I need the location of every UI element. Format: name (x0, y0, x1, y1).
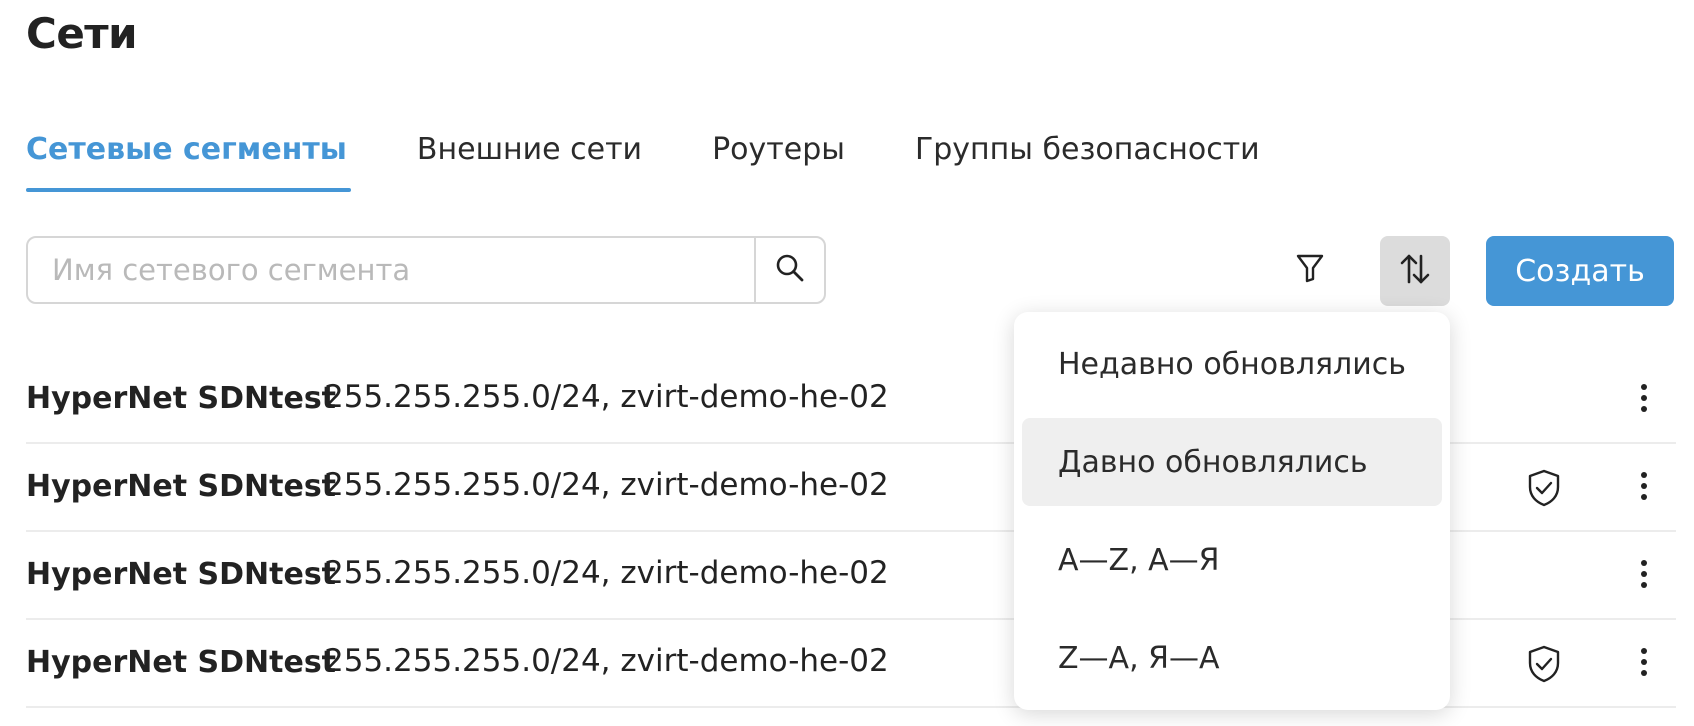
more-vertical-icon (1640, 647, 1648, 681)
search-box (26, 236, 826, 304)
tab-routers[interactable]: Роутеры (712, 128, 845, 196)
tabs: Сетевые сегменты Внешние сети Роутеры Гр… (26, 128, 1330, 196)
create-button[interactable]: Создать (1486, 236, 1674, 306)
filter-icon (1295, 252, 1325, 288)
row-menu-button[interactable] (1626, 466, 1662, 510)
shield-check-icon (1526, 468, 1562, 508)
row-name: HyperNet SDNtest (26, 557, 337, 592)
sort-option-least-recently-updated[interactable]: Давно обновлялись (1022, 418, 1442, 506)
row-description: 255.255.255.0/24, zvirt-demo-he-02 (324, 643, 889, 679)
sort-menu: Недавно обновлялись Давно обновлялись A—… (1014, 312, 1450, 710)
sort-option-alphabetical-desc[interactable]: Z—A, Я—А (1022, 614, 1442, 702)
tab-external-networks[interactable]: Внешние сети (417, 128, 642, 196)
row-menu-button[interactable] (1626, 378, 1662, 422)
row-description: 255.255.255.0/24, zvirt-demo-he-02 (324, 555, 889, 591)
page-title: Сети (26, 9, 138, 58)
search-icon (775, 253, 805, 287)
row-name: HyperNet SDNtest (26, 381, 337, 416)
row-description: 255.255.255.0/24, zvirt-demo-he-02 (324, 467, 889, 503)
more-vertical-icon (1640, 383, 1648, 417)
row-description: 255.255.255.0/24, zvirt-demo-he-02 (324, 379, 889, 415)
more-vertical-icon (1640, 471, 1648, 505)
sort-icon (1398, 252, 1432, 290)
search-button[interactable] (754, 238, 824, 302)
row-menu-button[interactable] (1626, 642, 1662, 686)
sort-option-alphabetical-asc[interactable]: A—Z, А—Я (1022, 516, 1442, 604)
shield-check-icon (1526, 644, 1562, 684)
sort-button[interactable] (1380, 236, 1450, 306)
search-input[interactable] (28, 238, 754, 302)
row-name: HyperNet SDNtest (26, 645, 337, 680)
tab-security-groups[interactable]: Группы безопасности (915, 128, 1260, 196)
row-menu-button[interactable] (1626, 554, 1662, 598)
tab-network-segments[interactable]: Сетевые сегменты (26, 128, 351, 196)
sort-option-recently-updated[interactable]: Недавно обновлялись (1022, 320, 1442, 408)
filter-button[interactable] (1276, 236, 1344, 304)
row-name: HyperNet SDNtest (26, 469, 337, 504)
more-vertical-icon (1640, 559, 1648, 593)
